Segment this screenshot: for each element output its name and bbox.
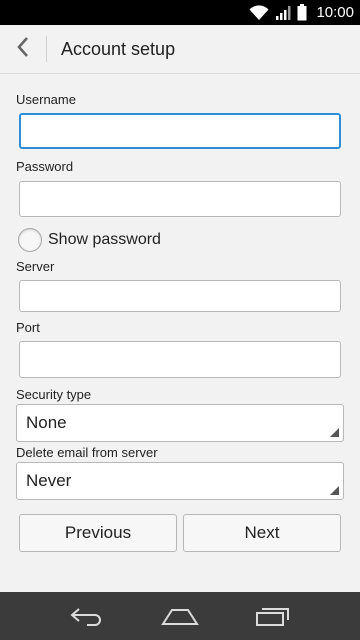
username-label: Username — [16, 92, 76, 107]
show-password-label: Show password — [48, 231, 161, 248]
delete-email-select[interactable]: Never — [16, 462, 344, 500]
password-label: Password — [16, 159, 74, 174]
page-title: Account setup — [61, 38, 176, 59]
show-password-checkbox[interactable] — [18, 228, 42, 252]
status-bar: 10:00 — [0, 0, 360, 25]
port-label: Port — [16, 320, 40, 335]
status-time: 10:00 — [316, 4, 354, 21]
previous-button[interactable]: Previous — [19, 514, 177, 552]
app-bar-divider — [46, 36, 47, 62]
delete-email-value: Never — [26, 471, 72, 490]
dropdown-corner-icon — [330, 486, 339, 495]
server-field[interactable] — [19, 280, 341, 312]
port-field[interactable] — [19, 341, 341, 378]
back-nav-icon[interactable] — [62, 596, 112, 636]
security-type-select[interactable]: None — [16, 404, 344, 442]
recent-apps-icon[interactable] — [248, 596, 298, 636]
chevron-left-icon — [16, 36, 30, 63]
wifi-icon — [249, 4, 269, 21]
password-field[interactable] — [19, 181, 341, 217]
next-button[interactable]: Next — [183, 514, 341, 552]
username-field[interactable] — [19, 113, 341, 149]
dropdown-corner-icon — [330, 428, 339, 437]
back-button[interactable] — [0, 25, 46, 74]
security-type-label: Security type — [16, 387, 92, 402]
server-label: Server — [16, 259, 55, 274]
delete-email-label: Delete email from server — [16, 445, 158, 460]
home-nav-icon[interactable] — [155, 596, 205, 636]
navigation-bar — [0, 592, 360, 640]
signal-icon — [275, 5, 291, 21]
show-password-toggle[interactable]: Show password — [18, 227, 161, 253]
battery-icon — [297, 4, 307, 21]
app-bar: Account setup — [0, 25, 360, 74]
security-type-value: None — [26, 413, 67, 432]
